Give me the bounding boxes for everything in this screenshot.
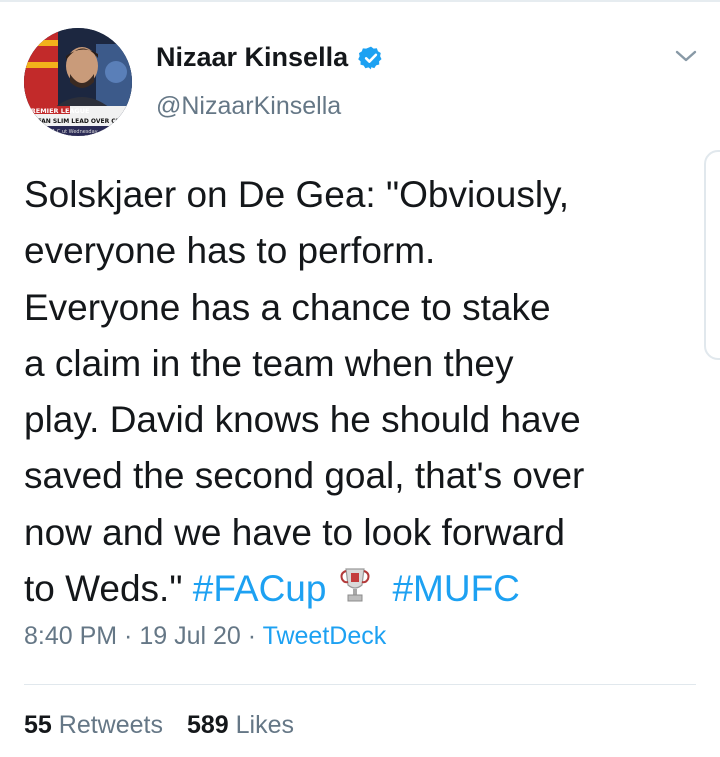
meta-separator: ·: [117, 622, 140, 650]
tweet-detail: PREMIER LEAGUE ANFAN SLIM LEAD OVER CHA …: [0, 0, 720, 757]
chevron-down-icon[interactable]: [672, 46, 700, 66]
likes-count: 589: [186, 711, 229, 739]
trophy-icon: [340, 568, 370, 602]
hashtag-mufc[interactable]: #MUFC: [392, 568, 519, 609]
avatar[interactable]: PREMIER LEAGUE ANFAN SLIM LEAD OVER CHA …: [24, 28, 132, 136]
meta-separator: ·: [240, 622, 263, 650]
tweet-text: Solskjaer on De Gea: "Obviously, everyon…: [24, 167, 704, 617]
avatar-overlay-line3: 5 pts 1 C ut Wednesday: [38, 129, 98, 135]
author-name-row[interactable]: Nizaar Kinsella: [156, 42, 384, 73]
side-panel-edge: [704, 150, 720, 360]
retweets-label: Retweets: [51, 711, 163, 739]
tweet-time[interactable]: 8:40 PM: [24, 622, 117, 650]
hashtag-facup[interactable]: #FACup: [193, 568, 327, 609]
retweets-count: 55: [24, 711, 52, 739]
avatar-overlay-line1: PREMIER LEAGUE: [26, 107, 89, 115]
avatar-image: PREMIER LEAGUE ANFAN SLIM LEAD OVER CHA …: [24, 28, 132, 136]
tweet-date[interactable]: 19 Jul 20: [139, 622, 240, 650]
tweet-body: Solskjaer on De Gea: "Obviously, everyon…: [24, 174, 585, 610]
likes-stat[interactable]: 589 Likes: [187, 711, 294, 739]
top-border: [0, 0, 720, 2]
tweet-source-link[interactable]: TweetDeck: [263, 622, 387, 650]
avatar-overlay-line2: ANFAN SLIM LEAD OVER CHA: [28, 118, 126, 125]
verified-badge-icon: [358, 46, 382, 69]
author-handle[interactable]: @NizaarKinsella: [156, 92, 341, 121]
likes-label: Likes: [228, 711, 295, 739]
retweets-stat[interactable]: 55 Retweets: [24, 711, 163, 739]
divider: [24, 684, 696, 685]
tweet-meta: 8:40 PM · 19 Jul 20 · TweetDeck: [24, 622, 386, 651]
tweet-stats: 55 Retweets 589 Likes: [24, 711, 294, 740]
author-name[interactable]: Nizaar Kinsella: [156, 42, 348, 73]
